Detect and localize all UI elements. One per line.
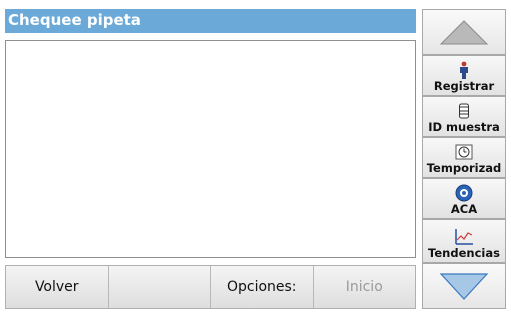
trend-chart-icon <box>454 227 474 247</box>
scroll-down-button[interactable] <box>422 263 506 309</box>
sidebar-item-aca[interactable]: ACA <box>422 178 506 219</box>
sidebar-item-label: ACA <box>450 202 478 216</box>
person-icon <box>458 60 470 80</box>
main-content-area <box>5 40 416 258</box>
sidebar-item-label: Temporizad <box>426 161 502 175</box>
aca-icon <box>455 183 473 203</box>
sidebar-item-label: Registrar <box>433 79 495 93</box>
sample-vial-icon <box>458 101 470 121</box>
sidebar-item-registrar[interactable]: Registrar <box>422 55 506 96</box>
sidebar: Registrar ID muestra Temporizad ACA Tend… <box>422 9 506 309</box>
sidebar-item-label: Tendencias <box>428 246 500 260</box>
page-title: Chequee pipeta <box>5 9 416 33</box>
bottom-toolbar: Volver Opciones: Inicio <box>5 265 416 309</box>
timer-icon <box>455 142 473 162</box>
sidebar-item-label: ID muestra <box>428 120 500 134</box>
arrow-up-icon <box>439 20 489 45</box>
back-button[interactable]: Volver <box>6 266 109 308</box>
sidebar-item-id-muestra[interactable]: ID muestra <box>422 96 506 137</box>
sidebar-item-temporizad[interactable]: Temporizad <box>422 137 506 178</box>
empty-button <box>108 266 211 308</box>
start-button: Inicio <box>313 266 415 308</box>
scroll-up-button[interactable] <box>422 9 506 55</box>
options-button[interactable]: Opciones: <box>211 266 314 308</box>
arrow-down-icon <box>439 273 489 300</box>
sidebar-item-tendencias[interactable]: Tendencias <box>422 219 506 263</box>
